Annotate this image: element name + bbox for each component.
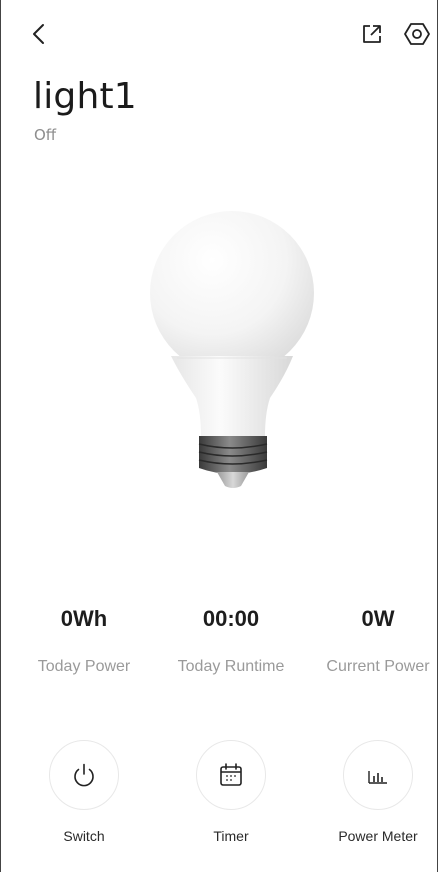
power-meter-label: Power Meter [338, 828, 418, 844]
stats-row: 0Wh Today Power 00:00 Today Runtime 0W C… [1, 604, 437, 694]
settings-button[interactable] [401, 18, 433, 50]
power-icon [74, 763, 94, 787]
device-status: Off [34, 126, 57, 144]
back-button[interactable] [23, 18, 55, 50]
external-link-icon [363, 25, 381, 43]
stat-label: Current Power [326, 658, 430, 675]
stat-value: 0W [361, 606, 395, 631]
calendar-icon [220, 763, 242, 786]
stat-label: Today Power [37, 658, 131, 675]
timer-label: Timer [213, 828, 249, 844]
power-meter-circle[interactable] [343, 740, 413, 810]
timer-circle[interactable] [196, 740, 266, 810]
switch-button[interactable]: Switch [11, 740, 157, 844]
stat-value: 0Wh [60, 606, 108, 631]
stat-label: Today Runtime [177, 658, 285, 675]
light-bulb-icon [150, 211, 314, 488]
switch-label: Switch [63, 828, 105, 844]
stat-today-runtime: 00:00 Today Runtime [158, 604, 304, 676]
device-name: light1 [33, 76, 137, 117]
bar-chart-icon [368, 771, 387, 784]
stat-current-power: 0W Current Power [305, 604, 438, 676]
hexagon-settings-icon [404, 23, 430, 45]
chevron-left-icon [33, 24, 44, 44]
timer-button[interactable]: Timer [158, 740, 304, 844]
stat-value: 00:00 [202, 606, 260, 631]
top-bar [1, 18, 437, 50]
share-button[interactable] [356, 18, 388, 50]
power-meter-button[interactable]: Power Meter [305, 740, 438, 844]
actions-row: Switch Timer Power Meter [1, 740, 437, 860]
switch-circle[interactable] [49, 740, 119, 810]
device-screen: light1 Off 0Wh Today Power 00:00 Today R… [0, 0, 438, 872]
stat-today-power: 0Wh Today Power [11, 604, 157, 676]
